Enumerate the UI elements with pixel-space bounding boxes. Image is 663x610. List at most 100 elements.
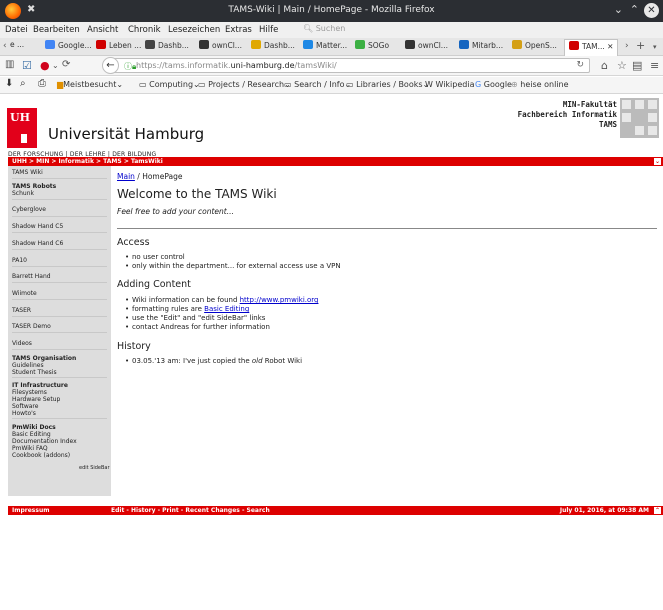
home-icon[interactable]: ⌂ [601, 59, 608, 72]
menu-ansicht[interactable]: Ansicht [87, 25, 118, 35]
menu-lesezeichen[interactable]: Lesezeichen [168, 25, 220, 35]
tab[interactable]: Matter... [303, 40, 353, 54]
maximize-icon[interactable]: ⌃ [630, 3, 639, 16]
bookmark-label: Google [483, 80, 512, 89]
impressum-link[interactable]: Impressum [12, 507, 49, 514]
close-tab-icon[interactable]: ✕ [607, 42, 613, 51]
breadcrumb-text[interactable]: UHH > MIN > Informatik > TAMS > TamsWiki [12, 158, 163, 165]
tab[interactable]: SOGo [355, 40, 400, 54]
sidebar-item-guidelines[interactable]: Guidelines [12, 362, 44, 369]
sidebar-item-student-thesis[interactable]: Student Thesis [12, 369, 57, 376]
mitarbeiter-icon [459, 40, 469, 49]
sidebar-item-videos[interactable]: Videos [12, 340, 32, 347]
reload-icon[interactable]: ↻ [576, 60, 584, 70]
bookmark-folder-search[interactable]: ▭ Search / Info⌄ [284, 80, 351, 89]
sidebar-item-wiimote[interactable]: Wiimote [12, 290, 37, 297]
sidebar-item-pa10[interactable]: PA10 [12, 257, 27, 264]
tab[interactable]: Leben ... [96, 40, 144, 54]
sidebar-item-documentation-index[interactable]: Documentation Index [12, 438, 77, 445]
menu-datei[interactable]: Datei [5, 25, 28, 35]
sidebar-item-schunk[interactable]: Schunk [12, 190, 34, 197]
sidebar-item-hardware-setup[interactable]: Hardware Setup [12, 396, 60, 403]
url-text[interactable]: https://tams.informatik.uni-hamburg.de/t… [136, 61, 337, 70]
sidebar-item-cyberglove[interactable]: Cyberglove [12, 206, 46, 213]
back-icon[interactable]: ← [102, 57, 119, 74]
sync-icon[interactable]: ⟳ [62, 59, 70, 70]
tabs-scroll-left-icon[interactable]: ‹ [3, 41, 7, 51]
breadcrumb-main-link[interactable]: Main [117, 172, 135, 181]
tabs-scroll-right-icon[interactable]: › [625, 41, 629, 51]
print-icon[interactable]: ⎙ [38, 78, 46, 89]
tab[interactable]: Dashb... [251, 40, 301, 54]
sidebar-item-barrett-hand[interactable]: Barrett Hand [12, 273, 51, 280]
tab[interactable]: ownCl... [405, 40, 455, 54]
lock-icon[interactable]: ⓘ🔒︎ [124, 61, 136, 72]
sidebar-item-tams-organisation[interactable]: TAMS Organisation [12, 355, 76, 362]
sidebar-item-taser-demo[interactable]: TASER Demo [12, 323, 51, 330]
download-icon[interactable]: ⬇ [5, 78, 13, 89]
bookmark-folder-projects[interactable]: ▭ Projects / Research⌄ [198, 80, 291, 89]
sidebar-item-shadow-hand-c6[interactable]: Shadow Hand C6 [12, 240, 63, 247]
bookmark-wikipedia[interactable]: W Wikipedia [425, 80, 474, 89]
dashboard-icon [251, 40, 261, 49]
menu-search[interactable]: 🔍︎ Suchen [303, 24, 345, 33]
dropdown-icon[interactable]: ⌄ [52, 61, 59, 70]
menu-hilfe[interactable]: Hilfe [259, 25, 278, 35]
tab[interactable]: Google... [45, 40, 97, 54]
bookmark-google[interactable]: G Google [475, 80, 512, 89]
ublock-icon[interactable]: ● [40, 59, 50, 72]
sidebar-item-pmwiki-faq[interactable]: PmWiki FAQ [12, 445, 48, 452]
tab-label: Dashb... [264, 41, 295, 50]
footer-actions[interactable]: Edit - History - Print - Recent Changes … [111, 507, 270, 514]
sidebar-item-howtos[interactable]: Howto's [12, 410, 36, 417]
sidebar-item-tams-robots[interactable]: TAMS Robots [12, 183, 56, 190]
wikipedia-icon: W [425, 80, 433, 89]
pocket-icon[interactable]: ☑ [22, 59, 32, 72]
hamburger-menu-icon[interactable]: ≡ [650, 59, 659, 72]
uhh-logo[interactable]: UH [7, 108, 37, 148]
tab[interactable]: OpenS... [512, 40, 562, 54]
tab[interactable]: Dashb... [145, 40, 197, 54]
tab-label: Leben ... [109, 41, 142, 50]
list-item-text: Wiki information can be found [132, 296, 240, 304]
search-icon[interactable]: ⌕ [20, 78, 26, 89]
tab[interactable]: ownCl... [199, 40, 249, 54]
sidebar-item-basic-editing[interactable]: Basic Editing [12, 431, 51, 438]
close-window-icon[interactable]: ✕ [644, 3, 659, 18]
sidebar-item-software[interactable]: Software [12, 403, 38, 410]
list-item-text: 03.05.'13 am: I've just copied the [132, 357, 252, 365]
tab[interactable]: Mitarb... [459, 40, 509, 54]
edit-sidebar-link[interactable]: edit SideBar [79, 465, 110, 471]
reader-icon[interactable]: ▥ [5, 59, 14, 70]
sidebar-item-filesystems[interactable]: Filesystems [12, 389, 47, 396]
menu-extras[interactable]: Extras [225, 25, 252, 35]
mattermost-icon [303, 40, 313, 49]
sidebar-item-shadow-hand-c5[interactable]: Shadow Hand C5 [12, 223, 63, 230]
sidebar-item-tams-wiki[interactable]: TAMS Wiki [12, 169, 43, 176]
bookmark-label: Meistbesucht [63, 80, 117, 89]
bookmark-folder-libraries[interactable]: ▭ Libraries / Books⌄ [346, 80, 429, 89]
sidebar-item-it-infrastructure[interactable]: IT Infrastructure [12, 382, 68, 389]
tab-label: ownCl... [418, 41, 448, 50]
bookmark-folder-meistbesucht[interactable]: ▆Meistbesucht⌄ [57, 80, 123, 89]
bookmark-star-icon[interactable]: ☆ [617, 59, 627, 72]
url-bar[interactable]: ← ⓘ🔒︎ https://tams.informatik.uni-hambur… [102, 57, 590, 74]
tab-list-icon[interactable]: ▾ [653, 43, 657, 51]
new-tab-icon[interactable]: + [636, 39, 645, 52]
chevron-up-icon[interactable]: ⌃ [654, 507, 661, 514]
sidebar-item-pmwiki-docs[interactable]: PmWiki Docs [12, 424, 56, 431]
minimize-icon[interactable]: ⌄ [614, 3, 623, 16]
sidebar-item-cookbook[interactable]: Cookbook (addons) [12, 452, 70, 459]
pmwiki-link[interactable]: http://www.pmwiki.org [240, 296, 319, 304]
tab[interactable]: e ... [10, 40, 45, 54]
library-icon[interactable]: ▤ [632, 59, 642, 72]
faculty-line: Fachbereich Informatik [517, 110, 617, 119]
bookmark-folder-computing[interactable]: ▭ Computing⌄ [139, 80, 200, 89]
basic-editing-link[interactable]: Basic Editing [204, 305, 249, 313]
menu-bearbeiten[interactable]: Bearbeiten [33, 25, 80, 35]
tab-active[interactable]: TAM... ✕ [564, 39, 618, 56]
sidebar-item-taser[interactable]: TASER [12, 307, 31, 314]
bookmark-heise[interactable]: ⊕ heise online [511, 80, 569, 89]
chevron-down-icon[interactable]: ⌄ [654, 158, 661, 165]
menu-chronik[interactable]: Chronik [128, 25, 161, 35]
